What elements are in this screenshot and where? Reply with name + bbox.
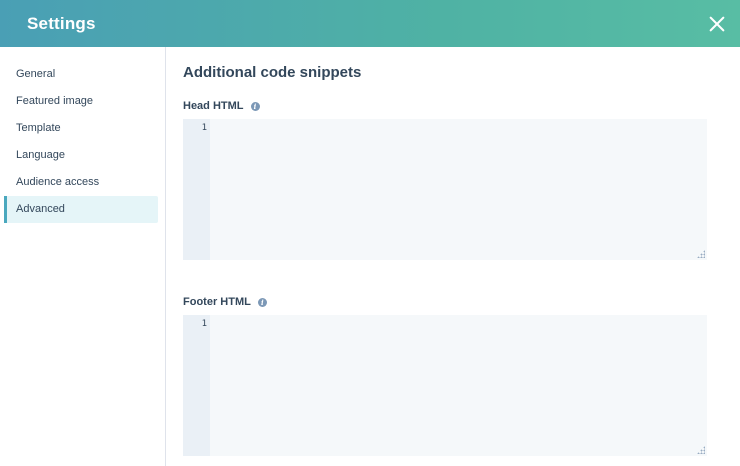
section-title: Additional code snippets [183, 64, 362, 81]
sidebar-item-template[interactable]: Template [4, 115, 158, 142]
close-icon[interactable] [708, 15, 726, 33]
sidebar-item-advanced[interactable]: Advanced [4, 196, 158, 223]
line-number: 1 [201, 123, 207, 133]
footer-html-label-row: Footer HTML i [183, 296, 267, 308]
footer-html-gutter: 1 [183, 315, 210, 456]
line-number: 1 [201, 319, 207, 329]
head-html-editor[interactable]: 1 [183, 119, 707, 260]
head-html-label: Head HTML [183, 100, 244, 112]
settings-sidebar: General Featured image Template Language… [0, 47, 166, 466]
settings-content: Additional code snippets Head HTML i 1 F… [183, 47, 723, 466]
sidebar-item-audience-access[interactable]: Audience access [4, 169, 158, 196]
sidebar-item-language[interactable]: Language [4, 142, 158, 169]
modal-title: Settings [27, 13, 96, 33]
sidebar-item-general[interactable]: General [4, 61, 158, 88]
head-html-code-area[interactable] [210, 119, 707, 260]
sidebar-item-featured-image[interactable]: Featured image [4, 88, 158, 115]
footer-html-editor[interactable]: 1 [183, 315, 707, 456]
footer-html-code-area[interactable] [210, 315, 707, 456]
info-icon[interactable]: i [257, 297, 267, 307]
head-html-label-row: Head HTML i [183, 100, 260, 112]
modal-header: Settings [0, 0, 740, 47]
info-icon[interactable]: i [250, 101, 260, 111]
head-html-gutter: 1 [183, 119, 210, 260]
footer-html-label: Footer HTML [183, 296, 251, 308]
